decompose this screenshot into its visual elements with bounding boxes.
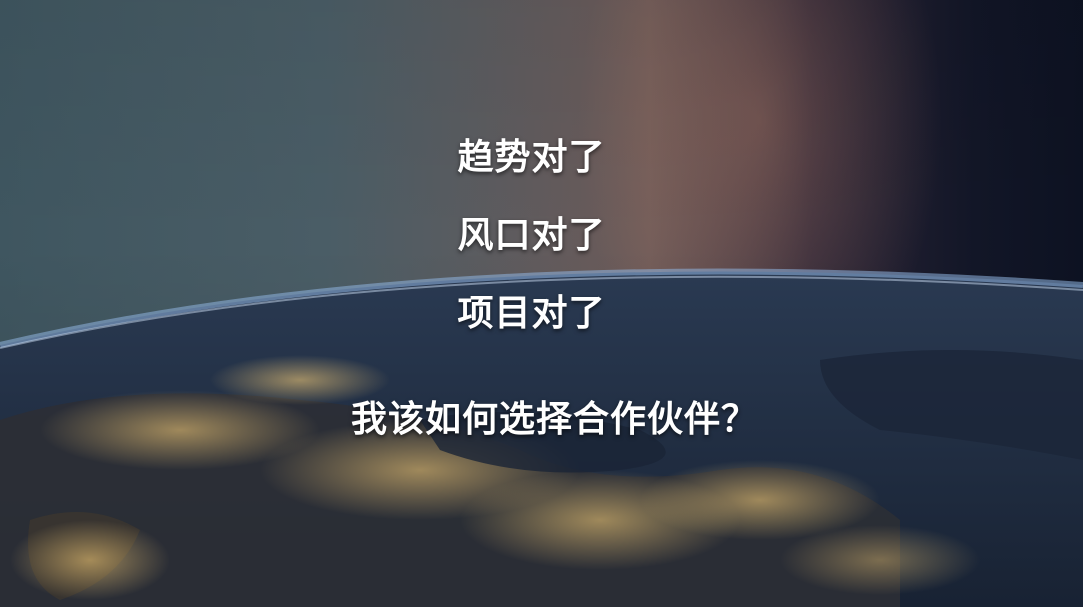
headline-trend: 趋势对了 [457,137,606,178]
city-lights-cluster [10,520,170,600]
slide-background: 趋势对了 风口对了 项目对了 我该如何选择合作伙伴？ [0,0,1083,607]
question-text: 我该如何选择合作伙伴？ [350,399,758,440]
city-lights-cluster [780,525,980,595]
headline-project: 项目对了 [457,293,606,334]
headline-opportunity: 风口对了 [457,215,606,256]
